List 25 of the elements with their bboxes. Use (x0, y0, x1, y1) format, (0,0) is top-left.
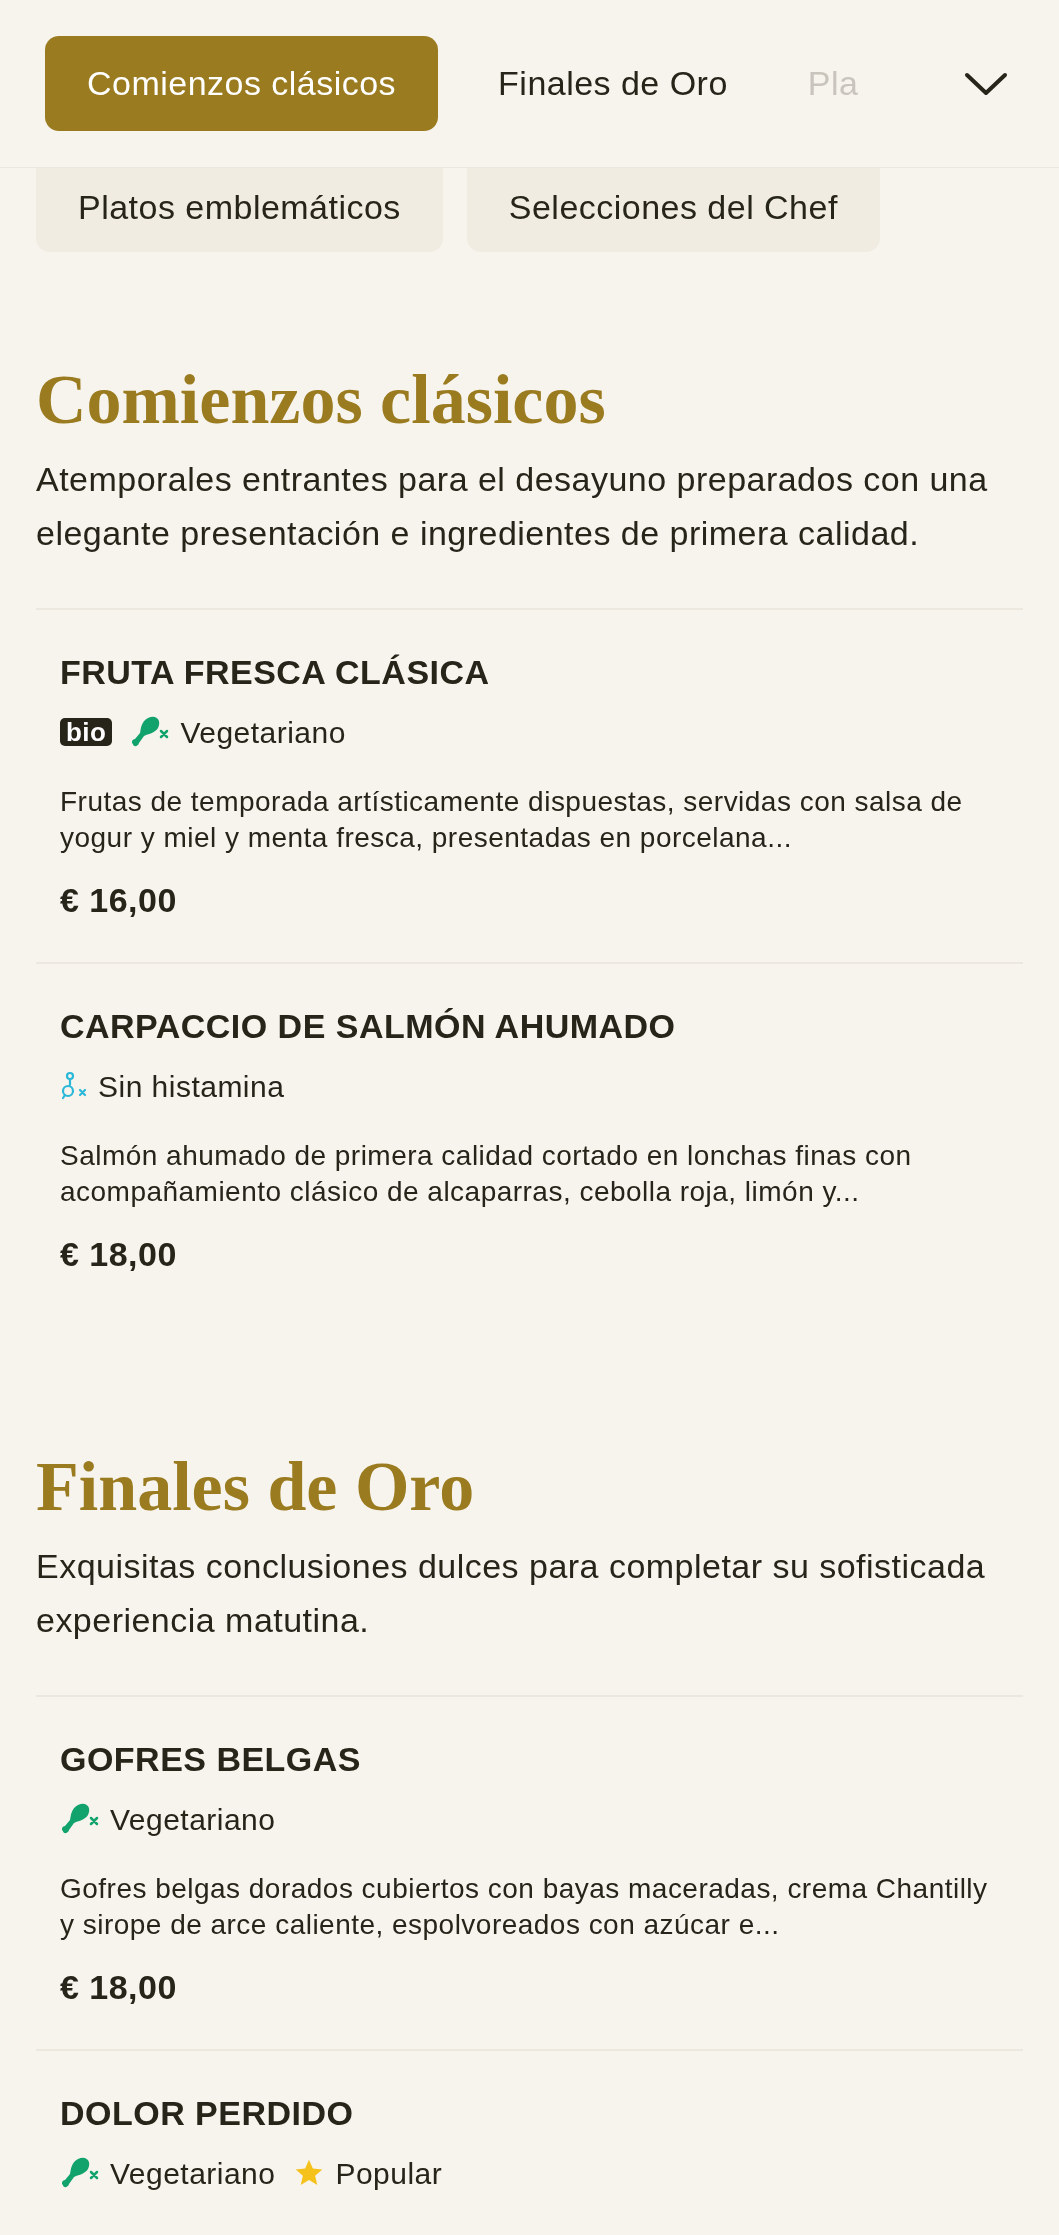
category-chip[interactable]: Platos emblemáticos (36, 168, 443, 252)
dish-name: FRUTA FRESCA CLÁSICA (60, 652, 491, 693)
dish-description: Gofres belgas dorados cubiertos con bayas maceradas, crema Chantilly y sirope de arce caliente, espolvoreados con azúcar e... (60, 1872, 989, 1942)
dish-price: € 18,00 (60, 1234, 178, 1275)
dish-name: GOFRES BELGAS (60, 1739, 362, 1780)
dish-price: € 16,00 (60, 880, 178, 921)
dish-price: € 18,00 (60, 1967, 178, 2008)
section-title: Finales de Oro (36, 1447, 476, 1527)
section-title: Comienzos clásicos (36, 360, 607, 440)
section-description: Exquisitas conclusiones dulces para completar su sofisticada experiencia matutina. (36, 1546, 987, 1641)
dietary-label: Sin histamina (98, 1068, 285, 1105)
category-chip[interactable]: Selecciones del Chef (466, 168, 880, 252)
molecule-icon (60, 1071, 88, 1101)
dish-description: Salmón ahumado de primera calidad cortado en lonchas finas con acompañamiento clásico de alcaparras, cebolla roja, limón y... (60, 1139, 913, 1209)
dish-name: CARPACCIO DE SALMÓN AHUMADO (60, 1006, 677, 1047)
dietary-label: Vegetariano (180, 714, 346, 751)
dietary-label: Popular (335, 2155, 443, 2192)
organic-badge: bio (60, 718, 113, 746)
dish-name: DOLOR PERDIDO (60, 2093, 355, 2134)
dish-description: Frutas de temporada artísticamente dispuestas, servidas con salsa de yogur y miel y menta fresca, presentadas en porcelana... (60, 785, 964, 855)
dietary-label: Vegetariano (110, 2155, 276, 2192)
category-tab[interactable]: Finales de Oro (458, 36, 768, 131)
category-tab[interactable]: Comienzos clásicos (45, 36, 439, 131)
dietary-label: Vegetariano (110, 1801, 276, 1838)
section-description: Atemporales entrantes para el desayuno preparados con una elegante presentación e ingredientes de primera calidad. (36, 459, 989, 554)
